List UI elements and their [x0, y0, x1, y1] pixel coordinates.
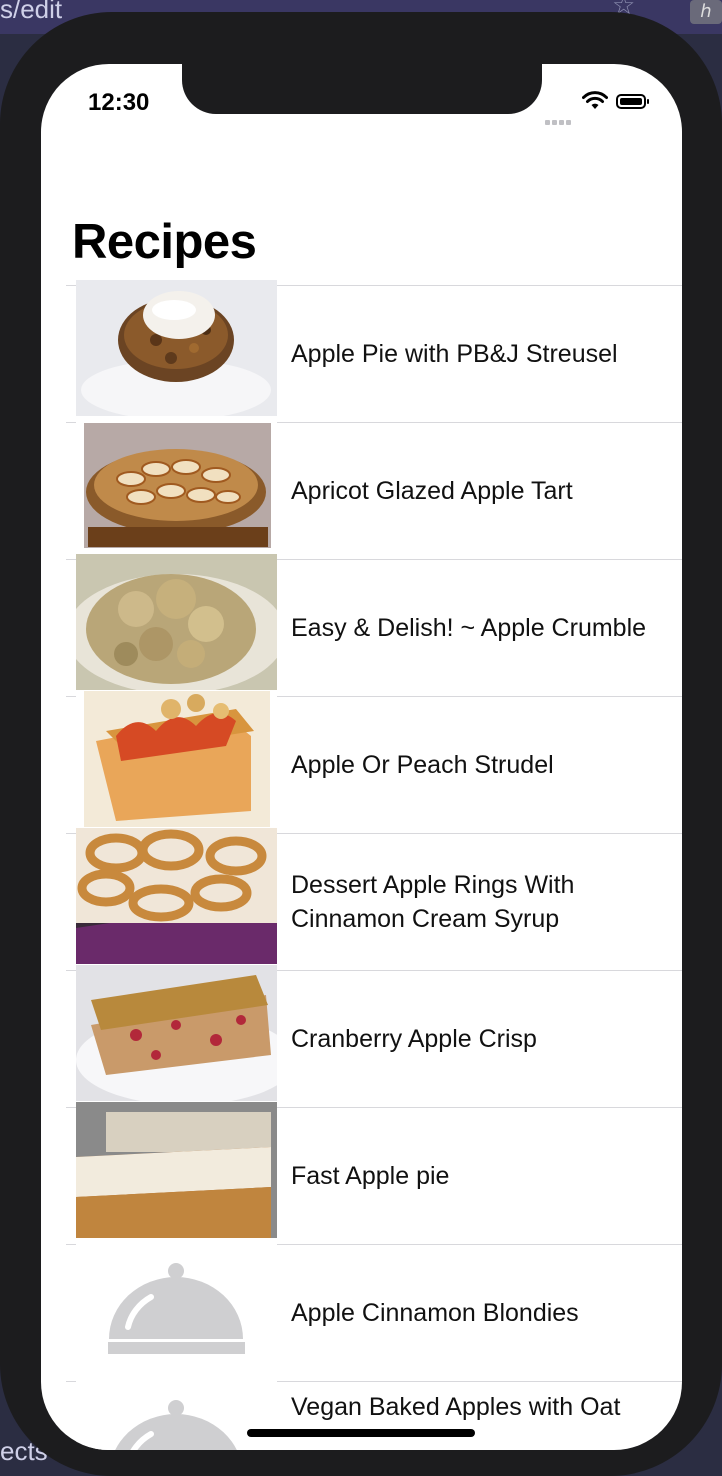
extension-icon: ℎ [690, 0, 722, 24]
recipe-title: Dessert Apple Rings With Cinnamon Cream … [291, 871, 575, 933]
recipe-row[interactable]: Apple Or Peach Strudel [66, 691, 682, 833]
recipe-title: Vegan Baked Apples with Oat [291, 1393, 621, 1421]
recipe-thumbnail [76, 280, 277, 416]
recipe-row[interactable]: Apple Pie with PB&J Streusel [66, 280, 682, 422]
cloche-icon [76, 1376, 277, 1450]
recipe-row[interactable]: Cranberry Apple Crisp [66, 965, 682, 1107]
recipe-thumbnail [76, 1102, 277, 1238]
recipe-list[interactable]: Apple Pie with PB&J Streusel Apricot Gla… [41, 280, 682, 1450]
recipe-thumbnail [76, 691, 277, 827]
status-time: 12:30 [88, 89, 150, 116]
recipe-thumbnail [76, 554, 277, 690]
recipe-title: Easy & Delish! ~ Apple Crumble [291, 614, 647, 642]
recipe-thumbnail [76, 828, 277, 964]
home-indicator[interactable] [247, 1429, 475, 1437]
recipe-title: Apple Or Peach Strudel [291, 751, 554, 779]
cloche-icon [76, 1239, 277, 1375]
wifi-icon [582, 91, 608, 116]
recipe-title: Apple Pie with PB&J Streusel [291, 340, 618, 368]
recipe-row[interactable]: Easy & Delish! ~ Apple Crumble [66, 554, 682, 696]
recipe-row[interactable]: Apricot Glazed Apple Tart [66, 417, 682, 559]
phone-screen: 12:30 Recipes Apple Pie with PB&J Streus… [41, 64, 682, 1450]
page-title: Recipes [72, 215, 257, 269]
recipe-thumbnail [76, 965, 277, 1101]
recipe-thumbnail [76, 417, 277, 553]
phone-frame: 12:30 Recipes Apple Pie with PB&J Streus… [0, 12, 722, 1476]
recipe-title: Fast Apple pie [291, 1162, 450, 1190]
recipe-row[interactable]: Vegan Baked Apples with Oat [66, 1376, 682, 1450]
recipe-row[interactable]: Dessert Apple Rings With Cinnamon Cream … [66, 828, 682, 970]
recipe-title: Cranberry Apple Crisp [291, 1025, 537, 1053]
browser-url-fragment: s/edit [0, 0, 63, 24]
battery-icon [616, 94, 649, 109]
notch [182, 64, 542, 114]
recipe-row[interactable]: Fast Apple pie [66, 1102, 682, 1244]
recipe-row[interactable]: Apple Cinnamon Blondies [66, 1239, 682, 1381]
recipe-title: Apricot Glazed Apple Tart [291, 477, 573, 505]
cellular-signal-icon [545, 107, 575, 125]
recipe-title: Apple Cinnamon Blondies [291, 1299, 579, 1327]
